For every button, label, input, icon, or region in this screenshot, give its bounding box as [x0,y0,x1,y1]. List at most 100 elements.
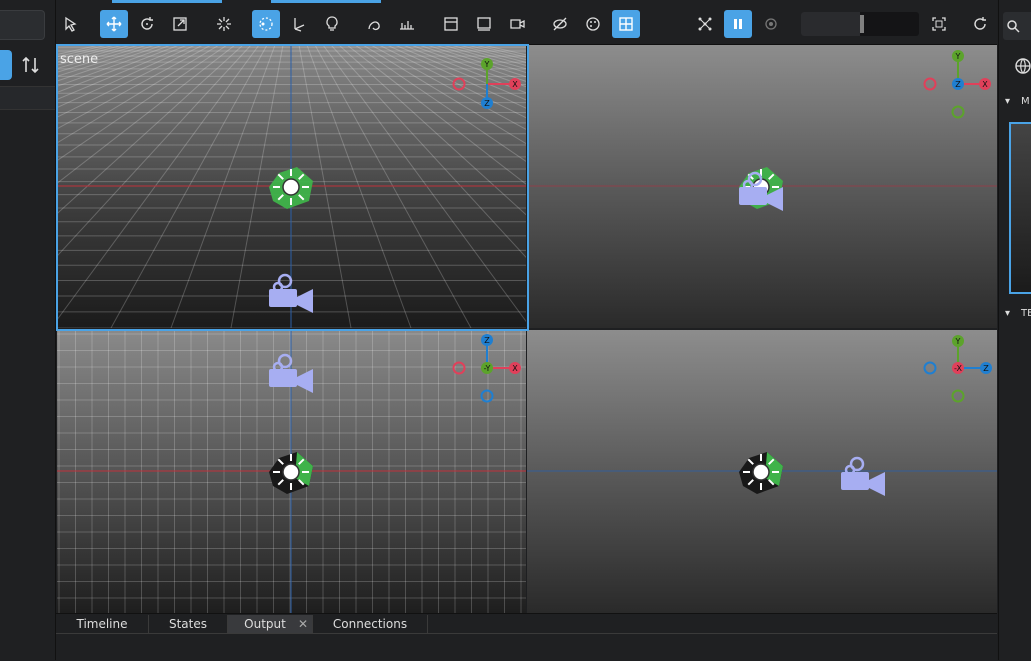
camera-frame-button[interactable] [503,10,531,38]
axis-x-label: X [982,80,988,89]
axis-z-label: Z [484,99,490,108]
light-gizmo [739,452,783,494]
frame-icon [444,17,458,31]
tab-accent [271,0,381,3]
move-button[interactable] [100,10,128,38]
select-arrow-icon [65,16,77,32]
axis-neg-x [452,77,466,91]
perspective-grid: X Y Z [57,45,526,328]
transform-axes-button[interactable] [285,10,313,38]
snap-points-button[interactable] [210,10,238,38]
section-title: M [1021,96,1030,107]
move-icon [106,16,122,32]
transform-axes-icon [294,18,305,32]
right-search-field[interactable] [1003,12,1031,40]
camera-body [269,369,297,387]
axis-neg-y [951,105,965,119]
palette-button[interactable] [579,10,607,38]
pivot-select-icon [259,17,273,31]
collapse-arrow-icon: ▾ [1005,308,1011,319]
bottom-tab-bar: Timeline States Output ✕ Connections [56,613,997,634]
tab-timeline[interactable]: Timeline [56,615,149,633]
axis-z-label: Z [983,364,989,373]
main-toolbar [56,0,997,45]
visibility-off-icon [553,17,567,31]
left-section-bar [0,86,55,110]
tab-output[interactable]: Output ✕ [228,615,313,633]
camera-lens [297,369,313,393]
capture-button[interactable] [757,10,785,38]
axis-neg-x [923,77,937,91]
camera-lens [869,472,885,496]
node-graph-button[interactable] [691,10,719,38]
right-panel: ▾ M ▾ TE [998,0,1031,660]
camera-lens [297,289,313,313]
axis-z-label: Z [484,336,490,345]
front-view-canvas: X Y Z [527,50,997,211]
image-frame-button[interactable] [470,10,498,38]
slider-knob[interactable] [860,15,864,33]
scale-button[interactable] [166,10,194,38]
camera-frame-icon [510,19,525,29]
tab-label: States [168,617,207,631]
viewport-front[interactable]: X Y Z [527,45,997,328]
camera-icon [841,456,885,496]
axis-y-label: Y [955,52,961,61]
axis-neg-x-label: -X [954,364,962,373]
light-center [752,463,770,481]
globe-icon[interactable] [1013,56,1031,76]
light-bulb-icon [326,16,338,31]
right-section-1[interactable]: ▾ M [999,92,1031,112]
axis-y-label: Y [955,337,961,346]
visibility-off-button[interactable] [546,10,574,38]
speed-slider[interactable] [801,12,919,36]
left-toggle-button[interactable] [0,50,12,80]
measure-tool-button[interactable] [393,10,421,38]
axis-y-label: Y [484,60,490,69]
curve-tool-button[interactable] [360,10,388,38]
fullscreen-icon [932,17,946,31]
close-icon[interactable]: ✕ [298,615,308,633]
tab-label: Output [244,617,286,631]
right-section-2[interactable]: ▾ TE [999,304,1031,324]
rotate-icon [141,17,153,30]
material-thumbnail[interactable] [1009,122,1031,294]
top-view-grid: X Z -Y [57,330,526,613]
sort-icon[interactable] [18,52,44,78]
axis-neg-y-label: -Y [484,364,491,373]
left-search-field[interactable] [0,10,45,40]
pivot-select-button[interactable] [252,10,280,38]
viewport-side[interactable]: Z Y -X [527,330,997,613]
select-arrow-button[interactable] [56,10,84,38]
camera-body [269,289,297,307]
pause-button[interactable] [724,10,752,38]
light-center [282,463,300,481]
viewport-perspective[interactable]: X Y Z scene [57,45,526,328]
capture-icon [765,18,777,30]
camera-body [841,472,869,490]
measure-tool-icon [400,21,414,30]
scale-icon [173,17,187,31]
curve-tool-icon [368,21,380,31]
section-title: TE [1021,308,1031,319]
fullscreen-button[interactable] [925,10,953,38]
collapse-arrow-icon: ▾ [1005,96,1011,107]
refresh-button[interactable] [966,10,994,38]
tab-label: Connections [332,617,408,631]
frame-button[interactable] [437,10,465,38]
axis-z-label: Z [955,80,961,89]
quad-view-button[interactable] [612,10,640,38]
axis-x-label: X [512,80,518,89]
snap-points-icon [217,17,231,31]
viewport-top[interactable]: X Z -Y [57,330,526,613]
tab-states[interactable]: States [149,615,228,633]
light-bulb-button[interactable] [318,10,346,38]
tab-connections[interactable]: Connections [313,615,428,633]
axis-neg-y [951,389,965,403]
left-sidebar [0,0,56,660]
search-icon [1007,20,1020,33]
tab-accent [112,0,222,3]
rotate-button[interactable] [133,10,161,38]
axis-neg-z [923,361,937,375]
quad-view-icon [619,17,633,31]
